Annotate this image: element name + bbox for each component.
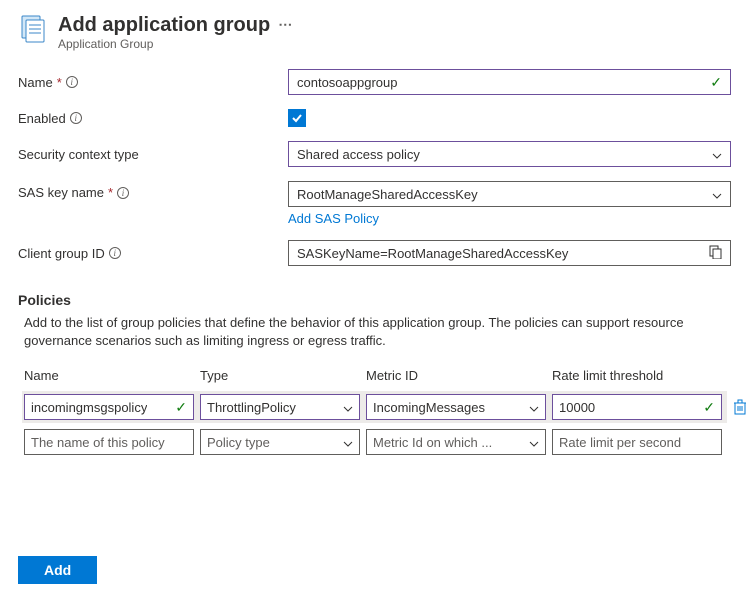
table-row-placeholder: The name of this policy Policy type Metr… — [24, 429, 725, 455]
policy-type-select[interactable]: ThrottlingPolicy — [200, 394, 360, 420]
policies-description: Add to the list of group policies that d… — [18, 314, 731, 350]
policy-name-input[interactable]: incomingmsgspolicy ✓ — [24, 394, 194, 420]
form-section: Name * i contosoappgroup ✓ Enabled i Sec… — [18, 69, 731, 266]
copy-icon[interactable] — [709, 245, 722, 262]
check-icon: ✓ — [703, 399, 715, 416]
more-actions-icon[interactable]: ⋯ — [278, 17, 293, 32]
check-icon: ✓ — [710, 74, 722, 91]
security-context-label: Security context type — [18, 147, 139, 162]
policy-rate-input[interactable]: 10000 ✓ — [552, 394, 722, 420]
placeholder-text: Policy type — [207, 435, 270, 450]
name-input[interactable]: contosoappgroup ✓ — [288, 69, 731, 95]
policy-rate-value: 10000 — [559, 400, 595, 415]
policies-section: Policies Add to the list of group polici… — [18, 292, 731, 455]
check-icon: ✓ — [175, 399, 187, 416]
info-icon[interactable]: i — [66, 76, 78, 88]
required-indicator: * — [108, 185, 113, 200]
col-metric: Metric ID — [366, 368, 546, 383]
chevron-down-icon — [712, 187, 722, 202]
chevron-down-icon — [529, 435, 539, 450]
info-icon[interactable]: i — [109, 247, 121, 259]
page-header: Add application group ⋯ Application Grou… — [18, 14, 731, 51]
policy-metric-select[interactable]: Metric Id on which ... — [366, 429, 546, 455]
client-group-id-label: Client group ID — [18, 246, 105, 261]
col-name: Name — [24, 368, 194, 383]
required-indicator: * — [57, 75, 62, 90]
sas-key-select[interactable]: RootManageSharedAccessKey — [288, 181, 731, 207]
table-header: Name Type Metric ID Rate limit threshold — [24, 368, 725, 383]
name-label: Name — [18, 75, 53, 90]
table-row: incomingmsgspolicy ✓ ThrottlingPolicy In… — [22, 391, 727, 423]
policies-table: Name Type Metric ID Rate limit threshold… — [18, 368, 731, 455]
chevron-down-icon — [712, 147, 722, 162]
policy-metric-value: IncomingMessages — [373, 400, 485, 415]
chevron-down-icon — [343, 400, 353, 415]
security-context-select[interactable]: Shared access policy — [288, 141, 731, 167]
add-sas-policy-link[interactable]: Add SAS Policy — [288, 211, 379, 226]
client-group-id-field: SASKeyName=RootManageSharedAccessKey — [288, 240, 731, 266]
enabled-label: Enabled — [18, 111, 66, 126]
enabled-checkbox[interactable] — [288, 109, 306, 127]
policy-rate-input[interactable]: Rate limit per second — [552, 429, 722, 455]
policy-type-value: ThrottlingPolicy — [207, 400, 296, 415]
policy-name-value: incomingmsgspolicy — [31, 400, 147, 415]
add-button[interactable]: Add — [18, 556, 97, 584]
col-type: Type — [200, 368, 360, 383]
placeholder-text: The name of this policy — [31, 435, 165, 450]
info-icon[interactable]: i — [117, 187, 129, 199]
policy-type-select[interactable]: Policy type — [200, 429, 360, 455]
info-icon[interactable]: i — [70, 112, 82, 124]
sas-key-label: SAS key name — [18, 185, 104, 200]
security-context-value: Shared access policy — [297, 147, 420, 162]
chevron-down-icon — [343, 435, 353, 450]
policy-metric-select[interactable]: IncomingMessages — [366, 394, 546, 420]
chevron-down-icon — [529, 400, 539, 415]
app-group-icon — [18, 14, 48, 44]
footer: Add — [18, 556, 97, 584]
policy-name-input[interactable]: The name of this policy — [24, 429, 194, 455]
page-title: Add application group — [58, 14, 270, 36]
client-group-id-value: SASKeyName=RootManageSharedAccessKey — [297, 246, 568, 261]
page-subtitle: Application Group — [58, 37, 293, 51]
placeholder-text: Metric Id on which ... — [373, 435, 492, 450]
name-input-value: contosoappgroup — [297, 75, 397, 90]
sas-key-value: RootManageSharedAccessKey — [297, 187, 478, 202]
col-rate: Rate limit threshold — [552, 368, 722, 383]
policies-title: Policies — [18, 292, 731, 308]
delete-icon[interactable] — [728, 399, 749, 415]
placeholder-text: Rate limit per second — [559, 435, 681, 450]
